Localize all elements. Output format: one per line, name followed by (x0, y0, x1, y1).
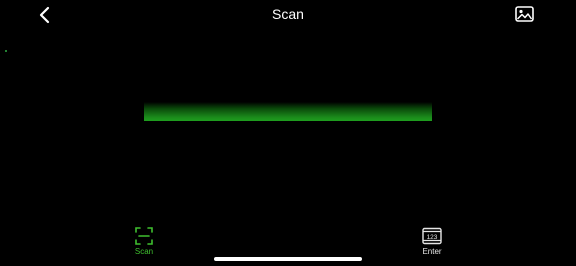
home-indicator[interactable] (214, 257, 362, 261)
tab-scan-label: Scan (134, 247, 154, 256)
scan-frame-icon (135, 227, 153, 245)
tab-enter[interactable]: 123 Enter (412, 227, 452, 257)
tab-enter-label: Enter (422, 247, 442, 256)
keypad-123-icon: 123 (422, 227, 442, 245)
keypad-123-text: 123 (427, 234, 438, 241)
page-title: Scan (272, 6, 304, 22)
tab-scan[interactable]: Scan (124, 227, 164, 257)
scanner-screen: Scan Scan 123 Enter (0, 0, 576, 266)
gallery-button[interactable] (515, 6, 534, 22)
focus-indicator-dot (5, 50, 7, 52)
image-icon (515, 6, 534, 22)
scan-line (144, 102, 432, 121)
